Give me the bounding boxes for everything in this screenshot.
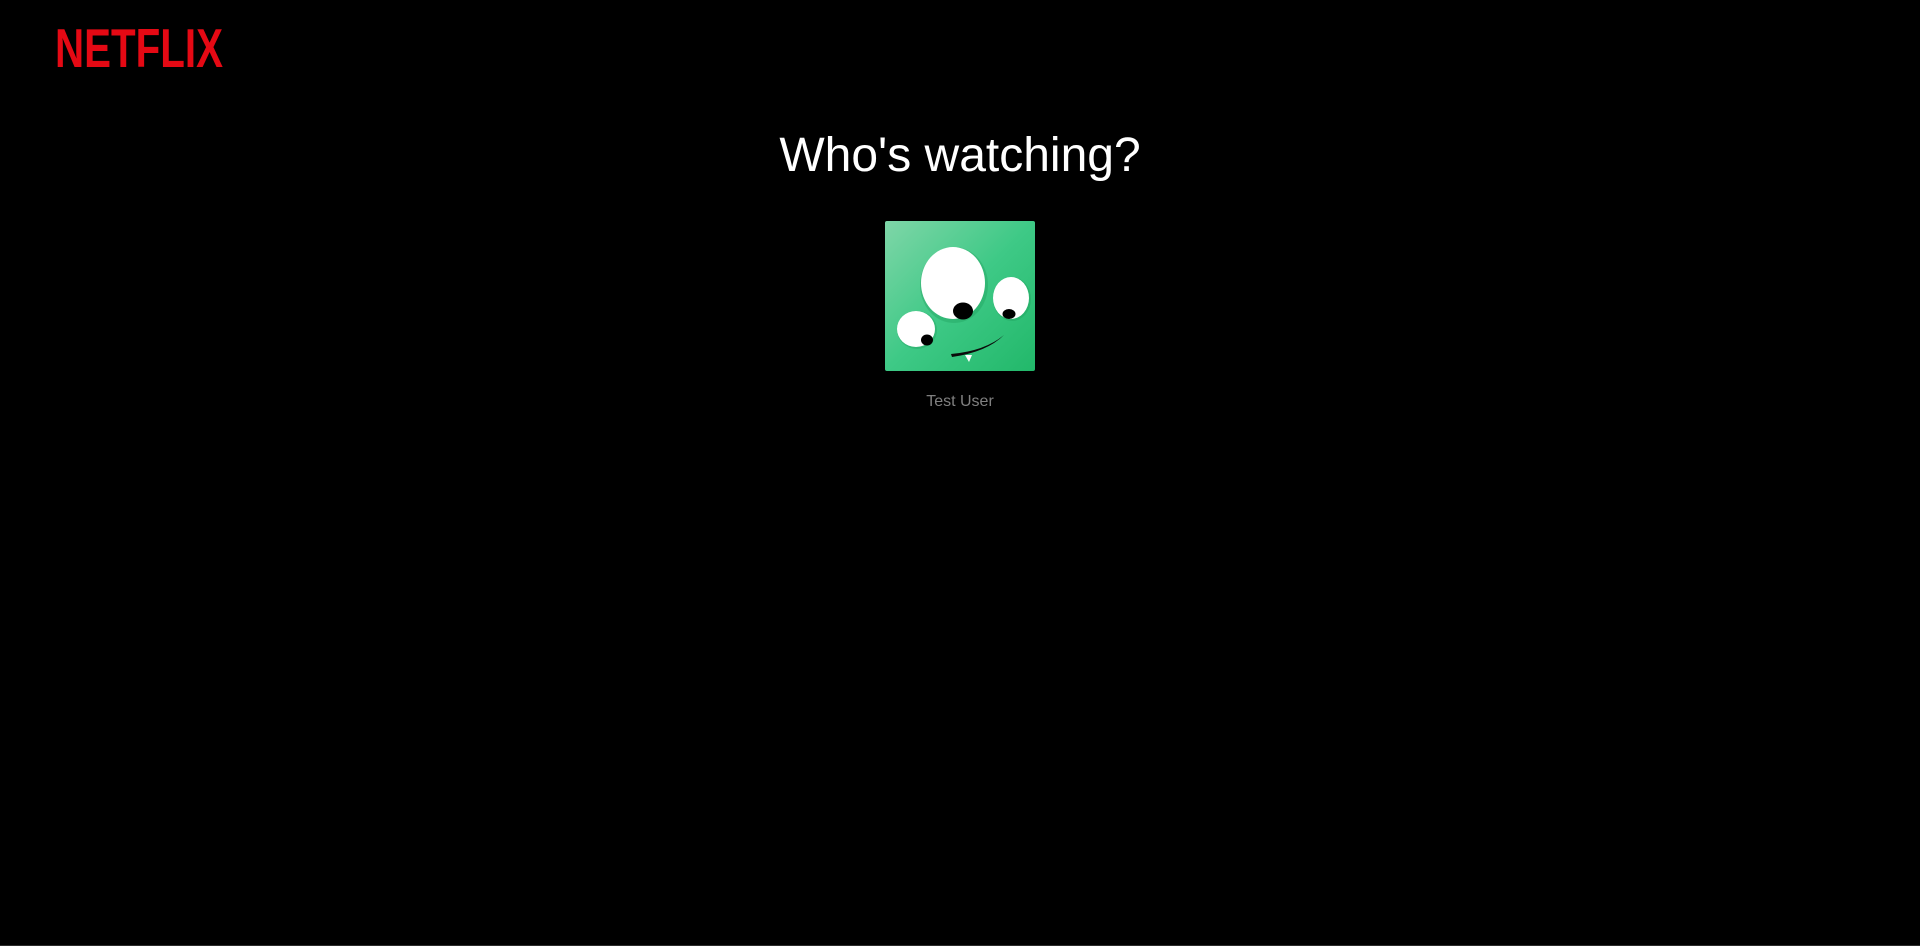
- green-three-eyed-monster-avatar-icon[interactable]: [885, 221, 1035, 371]
- netflix-logo-text: NETFLIX: [55, 22, 223, 72]
- profile-item[interactable]: Test User: [885, 221, 1035, 411]
- page-title: Who's watching?: [779, 129, 1141, 182]
- netflix-logo[interactable]: NETFLIX: [55, 22, 223, 72]
- profile-selection-page: NETFLIX Who's watching? Test User: [0, 0, 1920, 946]
- profile-name[interactable]: Test User: [926, 393, 994, 411]
- profile-list: Test User: [0, 221, 1920, 411]
